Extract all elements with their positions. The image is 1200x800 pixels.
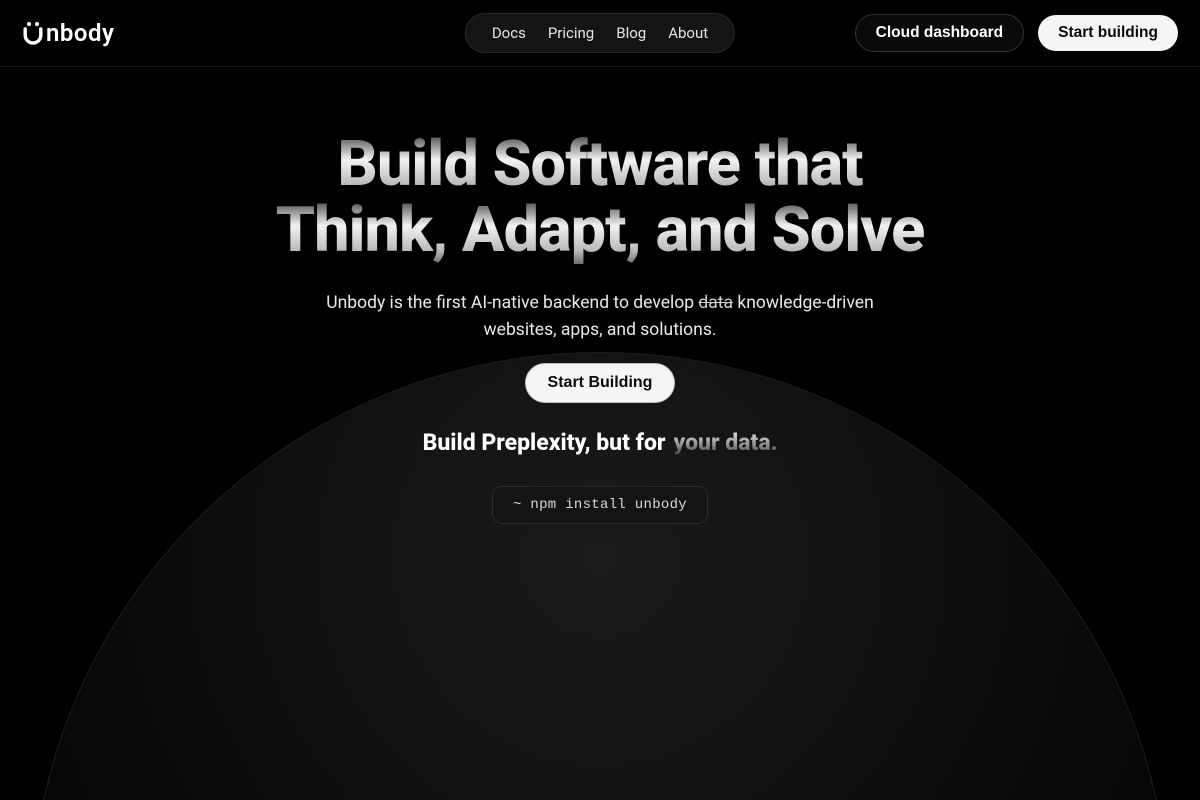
brand-name: nbody bbox=[46, 19, 114, 47]
hero-sub-pre: Unbody is the first AI-native backend to… bbox=[326, 293, 698, 313]
hero-sub-strike: data bbox=[698, 293, 733, 313]
hero-subheading: Unbody is the first AI-native backend to… bbox=[320, 290, 880, 344]
npm-install-snippet[interactable]: ~ npm install unbody bbox=[492, 486, 708, 524]
hero-tagline-faded: your data. bbox=[674, 429, 778, 456]
nav-link-blog[interactable]: Blog bbox=[616, 24, 646, 42]
hero-section: Build Software that Think, Adapt, and So… bbox=[0, 66, 1200, 800]
hero-headline-line-2: Think, Adapt, and Solve bbox=[276, 198, 925, 264]
start-building-hero-button[interactable]: Start Building bbox=[525, 363, 676, 403]
nav-link-about[interactable]: About bbox=[668, 24, 708, 42]
site-header: nbody Docs Pricing Blog About Cloud dash… bbox=[0, 0, 1200, 66]
hero-tagline: Build Preplexity, but for your data. bbox=[423, 429, 778, 456]
hero-cta-wrap: Start Building bbox=[525, 363, 676, 403]
hero-headline-line-1: Build Software that bbox=[337, 132, 862, 198]
nav-link-pricing[interactable]: Pricing bbox=[548, 24, 594, 42]
brand-logo[interactable]: nbody bbox=[22, 19, 114, 47]
cloud-dashboard-button[interactable]: Cloud dashboard bbox=[855, 14, 1024, 52]
header-actions: Cloud dashboard Start building bbox=[855, 14, 1178, 52]
start-building-header-button[interactable]: Start building bbox=[1038, 15, 1178, 51]
background-sphere bbox=[30, 352, 1170, 800]
nav-link-docs[interactable]: Docs bbox=[492, 24, 526, 42]
hero-headline: Build Software that Think, Adapt, and So… bbox=[276, 132, 925, 264]
brand-logo-icon bbox=[22, 21, 44, 45]
hero-tagline-main: Build Preplexity, but for bbox=[423, 429, 666, 456]
primary-nav: Docs Pricing Blog About bbox=[465, 13, 735, 53]
